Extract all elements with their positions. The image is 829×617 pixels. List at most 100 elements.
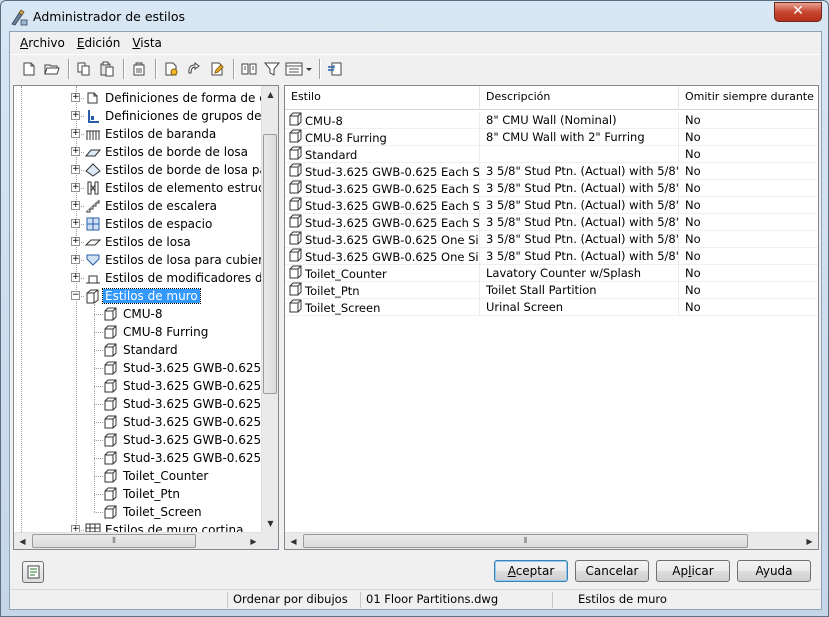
- expand-icon[interactable]: +: [71, 201, 80, 210]
- copy-icon[interactable]: [73, 58, 95, 80]
- close-button[interactable]: ✕: [774, 2, 822, 22]
- scroll-right-arrow-icon[interactable]: ▶: [801, 533, 818, 549]
- collapse-icon[interactable]: −: [71, 291, 80, 300]
- tree-category[interactable]: Estilos de escalera: [84, 197, 219, 215]
- tree-wall-style[interactable]: Stud-3.625 GWB-0.625 Each: [102, 413, 262, 431]
- wall-style-icon: [102, 414, 120, 430]
- column-header-description[interactable]: Descripción: [480, 86, 679, 110]
- column-header-always-skip[interactable]: Omitir siempre durante sinc: [679, 86, 818, 110]
- scroll-thumb[interactable]: ⦀: [32, 534, 196, 548]
- new-icon[interactable]: [18, 58, 40, 80]
- list-horizontal-scrollbar[interactable]: ◀ ⦀ ▶: [285, 532, 818, 549]
- cell-description: 3 5/8" Stud Ptn. (Actual) with 5/8" G...: [480, 180, 679, 197]
- tree-horizontal-scrollbar[interactable]: ◀ ⦀ ▶: [14, 532, 262, 549]
- table-row[interactable]: Stud-3.625 GWB-0.625 Each Sid...3 5/8" S…: [285, 214, 818, 231]
- expand-icon[interactable]: +: [71, 255, 80, 264]
- expand-icon[interactable]: +: [71, 183, 80, 192]
- view-mode-icon[interactable]: [284, 58, 314, 80]
- expand-icon[interactable]: +: [71, 147, 80, 156]
- table-row[interactable]: Toilet_Screen Urinal Screen No: [285, 299, 818, 316]
- tree-item-label: Stud-3.625 GWB-0.625 Each: [123, 397, 262, 411]
- tree-category[interactable]: Estilos de baranda: [84, 125, 218, 143]
- tree-wall-style[interactable]: Toilet_Ptn: [102, 485, 182, 503]
- tree-wall-style[interactable]: Stud-3.625 GWB-0.625 Each: [102, 359, 262, 377]
- scroll-up-arrow-icon[interactable]: ▲: [262, 86, 278, 103]
- menu-file[interactable]: Archivo: [14, 36, 71, 50]
- compare-icon[interactable]: [238, 58, 260, 80]
- table-row[interactable]: CMU-8 8" CMU Wall (Nominal) No: [285, 112, 818, 129]
- table-row[interactable]: Toilet_Ptn Toilet Stall Partition No: [285, 282, 818, 299]
- tree-category[interactable]: Estilos de borde de losa: [84, 143, 250, 161]
- expand-icon[interactable]: +: [71, 93, 80, 102]
- table-row[interactable]: Stud-3.625 GWB-0.625 Each Side 3 5/8" Stu…: [285, 163, 818, 180]
- tree-category[interactable]: Estilos de muro cortina: [84, 521, 245, 532]
- table-row[interactable]: Toilet_Counter Lavatory Counter w/Splash N…: [285, 265, 818, 282]
- open-icon[interactable]: [41, 58, 63, 80]
- cell-always-skip: No: [685, 198, 701, 212]
- tree-wall-style[interactable]: Stud-3.625 GWB-0.625 Each: [102, 377, 262, 395]
- tree-item-label: Estilos de elemento estructural: [105, 181, 262, 195]
- tree-category[interactable]: Estilos de losa para cubierta: [84, 251, 262, 269]
- tree-category[interactable]: Estilos de elemento estructural: [84, 179, 262, 197]
- tree-wall-style[interactable]: CMU-8 Furring: [102, 323, 210, 341]
- tree-wall-style[interactable]: Standard: [102, 341, 180, 359]
- column-header-style[interactable]: Estilo: [285, 86, 480, 110]
- expand-icon[interactable]: +: [71, 237, 80, 246]
- tree-wall-style[interactable]: Toilet_Counter: [102, 467, 210, 485]
- filter-icon[interactable]: [261, 58, 283, 80]
- help-button[interactable]: Ayuda: [737, 560, 811, 582]
- wall-style-icon: [289, 282, 303, 299]
- cell-style-name: Stud-3.625 GWB-0.625 Each Side: [285, 163, 480, 180]
- tree-category[interactable]: Estilos de modificadores de mu: [84, 269, 262, 287]
- expand-icon[interactable]: +: [71, 219, 80, 228]
- tree-category[interactable]: Estilos de borde de losa para cu: [84, 161, 262, 179]
- expand-icon[interactable]: +: [71, 273, 80, 282]
- menu-view[interactable]: Vista: [126, 36, 168, 50]
- table-row[interactable]: Stud-3.625 GWB-0.625 One Side...3 5/8" S…: [285, 231, 818, 248]
- style-name-text: Stud-3.625 GWB-0.625 One Side...: [305, 232, 479, 247]
- toggle-view-icon[interactable]: [324, 58, 346, 80]
- table-row[interactable]: Stud-3.625 GWB-0.625 Each Sid...3 5/8" S…: [285, 197, 818, 214]
- wall-style-icon: [102, 432, 120, 448]
- scroll-thumb[interactable]: ⦀: [303, 534, 748, 548]
- tree-category[interactable]: Definiciones de grupos de unió: [84, 107, 262, 125]
- accept-button[interactable]: Aceptar: [494, 560, 568, 582]
- tree-wall-style[interactable]: Stud-3.625 GWB-0.625 One: [102, 449, 262, 467]
- table-row[interactable]: CMU-8 Furring 8" CMU Wall with 2" Furring…: [285, 129, 818, 146]
- wall-style-icon: [289, 180, 303, 197]
- table-row[interactable]: Stud-3.625 GWB-0.625 One Side...3 5/8" S…: [285, 248, 818, 265]
- tree-wall-style[interactable]: CMU-8: [102, 305, 164, 323]
- tree-vertical-scrollbar[interactable]: ▲ ▼: [261, 86, 278, 532]
- expand-icon[interactable]: +: [71, 111, 80, 120]
- scroll-left-arrow-icon[interactable]: ◀: [285, 533, 302, 549]
- expand-icon[interactable]: +: [71, 129, 80, 138]
- scroll-left-arrow-icon[interactable]: ◀: [14, 533, 31, 549]
- tree-wall-style[interactable]: Toilet_Screen: [102, 503, 204, 521]
- scroll-thumb[interactable]: [263, 134, 277, 394]
- edit-style-icon[interactable]: [206, 58, 228, 80]
- new-style-icon[interactable]: [160, 58, 182, 80]
- menu-edit[interactable]: Edición: [71, 36, 126, 50]
- table-row[interactable]: Stud-3.625 GWB-0.625 Each Sid...3 5/8" S…: [285, 180, 818, 197]
- apply-button[interactable]: Aplicar: [656, 560, 730, 582]
- cancel-button[interactable]: Cancelar: [575, 560, 649, 582]
- cell-style-name: Standard: [285, 146, 480, 163]
- tree-category[interactable]: Estilos de espacio: [84, 215, 214, 233]
- title-bar[interactable]: Administrador de estilos ✕: [1, 1, 828, 33]
- tree-wall-style[interactable]: Stud-3.625 GWB-0.625 One: [102, 431, 262, 449]
- wall-style-icon: [102, 396, 120, 412]
- toggle-pane-button[interactable]: [22, 561, 44, 583]
- table-row[interactable]: Standard No: [285, 146, 818, 163]
- paste-icon[interactable]: [96, 58, 118, 80]
- set-from-icon[interactable]: [183, 58, 205, 80]
- expand-icon[interactable]: +: [71, 165, 80, 174]
- scroll-right-arrow-icon[interactable]: ▶: [245, 533, 262, 549]
- cell-always-skip: No: [685, 300, 701, 314]
- tree-wall-style[interactable]: Stud-3.625 GWB-0.625 Each: [102, 395, 262, 413]
- purge-icon[interactable]: [128, 58, 150, 80]
- tree-category[interactable]: Estilos de losa: [84, 233, 193, 251]
- expand-icon[interactable]: +: [71, 525, 80, 532]
- tree-category[interactable]: Definiciones de forma de elem: [84, 89, 262, 107]
- tree-category-selected[interactable]: Estilos de muro: [84, 287, 201, 305]
- scroll-down-arrow-icon[interactable]: ▼: [262, 515, 278, 532]
